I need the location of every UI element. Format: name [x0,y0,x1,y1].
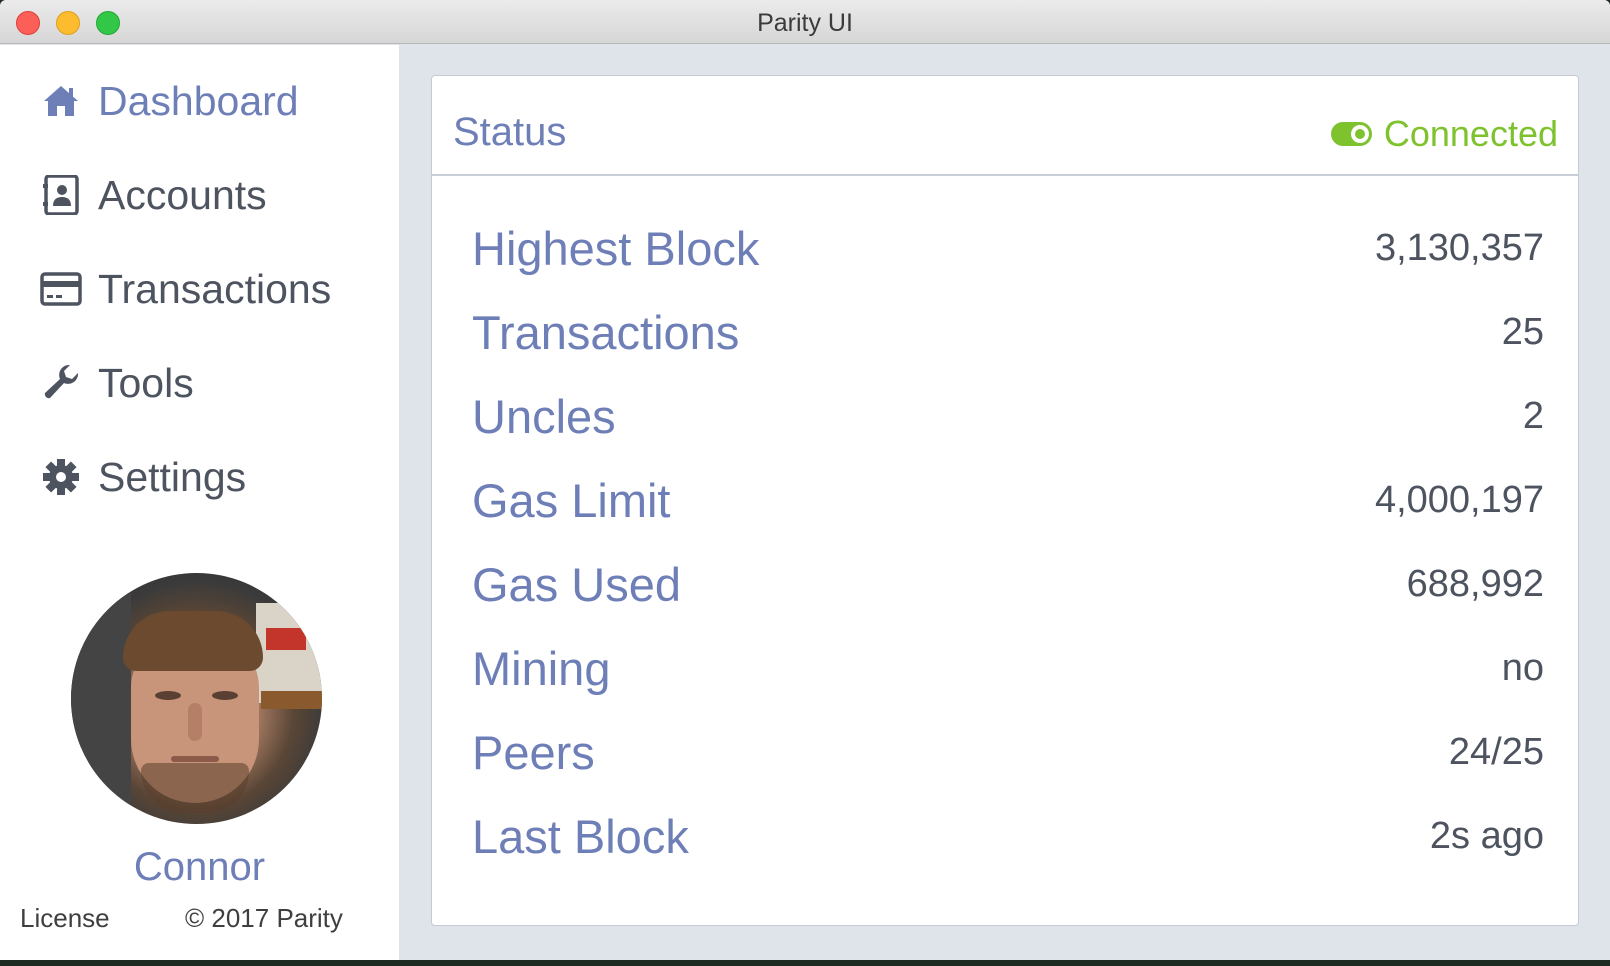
status-card-header: Status Connected [432,76,1578,176]
sidebar-item-label: Tools [98,359,194,406]
status-row-label: Transactions [472,305,740,359]
status-row-last-block: Last Block 2s ago [472,794,1544,878]
status-row-label: Last Block [472,809,689,863]
sidebar-item-accounts[interactable]: Accounts [40,165,267,225]
copyright-text: © 2017 Parity [185,903,343,933]
username: Connor [133,845,266,889]
status-row-label: Highest Block [472,221,760,275]
title-bar: Parity UI [0,0,1610,44]
avatar[interactable] [71,573,322,824]
status-row-label: Gas Used [472,557,681,611]
window-title: Parity UI [757,9,853,37]
license-link[interactable]: License [20,903,110,934]
status-row-value: 25 [1501,310,1544,353]
sidebar-item-label: Accounts [98,171,267,218]
status-card: Status Connected Highest Block 3,130,357… [431,75,1579,926]
status-row-label: Mining [472,641,611,695]
status-title: Status [453,110,567,154]
status-row-value: 688,992 [1406,562,1544,605]
status-row-peers: Peers 24/25 [472,710,1544,794]
status-row-gas-used: Gas Used 688,992 [472,542,1544,626]
sidebar-item-transactions[interactable]: Transactions [40,259,331,319]
status-row-highest-block: Highest Block 3,130,357 [472,206,1544,290]
sidebar-item-label: Dashboard [98,77,299,124]
toggle-on-icon [1330,122,1372,146]
credit-card-icon [40,268,82,310]
status-row-value: 4,000,197 [1374,478,1544,521]
wrench-icon [40,362,82,404]
status-row-value: 2s ago [1429,814,1544,857]
sidebar-item-settings[interactable]: Settings [40,447,246,507]
status-row-value: 2 [1522,394,1544,437]
connection-status: Connected [1330,113,1558,155]
status-row-label: Peers [472,725,595,779]
status-row-value: 24/25 [1448,730,1544,773]
status-row-value: no [1501,646,1544,689]
app-window: Parity UI Dashboard Accounts Transaction… [0,0,1610,960]
sidebar-item-dashboard[interactable]: Dashboard [40,71,299,131]
home-icon [40,80,82,122]
sidebar: Dashboard Accounts Transactions Tools Se… [0,45,399,960]
status-row-transactions: Transactions 25 [472,290,1544,374]
status-row-gas-limit: Gas Limit 4,000,197 [472,458,1544,542]
address-book-icon [40,174,82,216]
status-row-label: Uncles [472,389,616,443]
sidebar-item-label: Settings [98,453,247,500]
status-row-uncles: Uncles 2 [472,374,1544,458]
status-row-mining: Mining no [472,626,1544,710]
status-row-label: Gas Limit [472,473,671,527]
terminal-background [0,960,1610,966]
sidebar-item-label: Transactions [98,265,332,312]
sidebar-item-tools[interactable]: Tools [40,353,194,413]
gear-icon [40,456,82,498]
connection-label: Connected [1383,113,1558,154]
status-row-value: 3,130,357 [1374,226,1544,269]
